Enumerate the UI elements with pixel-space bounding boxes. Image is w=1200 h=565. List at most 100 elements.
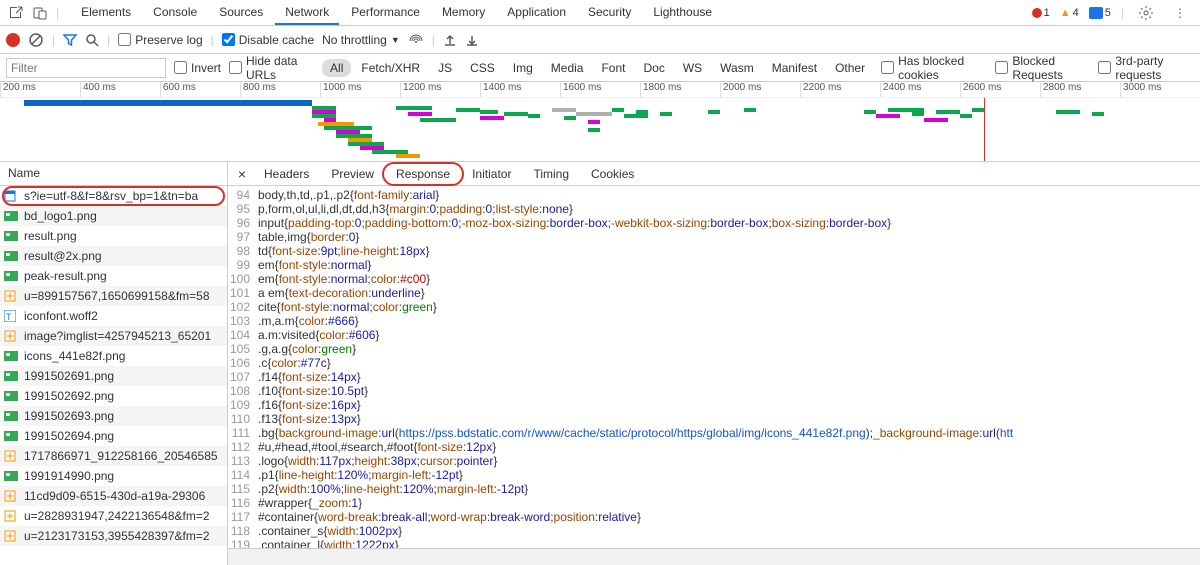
type-filter-all[interactable]: All — [322, 59, 351, 77]
request-row[interactable]: peak-result.png — [0, 266, 227, 286]
detail-tab-response[interactable]: Response — [386, 164, 460, 184]
detail-tab-cookies[interactable]: Cookies — [581, 164, 644, 184]
request-row[interactable]: 1991502693.png — [0, 406, 227, 426]
time-tick: 1400 ms — [480, 82, 560, 97]
response-body[interactable]: 94body,th,td,.p1,.p2{font-family:arial}9… — [228, 186, 1200, 548]
panel-tab-elements[interactable]: Elements — [71, 1, 141, 25]
panel-tab-network[interactable]: Network — [275, 1, 339, 25]
request-row[interactable]: icons_441e82f.png — [0, 346, 227, 366]
request-row[interactable]: result.png — [0, 226, 227, 246]
preserve-log-checkbox[interactable]: Preserve log — [118, 33, 202, 47]
code-line: 100em{font-style:normal;color:#c00} — [228, 272, 1200, 286]
request-name: u=2828931947,2422136548&fm=2 — [24, 509, 210, 523]
error-count[interactable]: 1 — [1032, 7, 1050, 19]
request-name: result@2x.png — [24, 249, 102, 263]
img-file-icon — [4, 470, 18, 482]
request-row[interactable]: u=899157567,1650699158&fm=58 — [0, 286, 227, 306]
type-filter-ws[interactable]: WS — [675, 59, 710, 77]
third-party-checkbox[interactable]: 3rd-party requests — [1098, 54, 1194, 82]
request-row[interactable]: u=2828931947,2422136548&fm=2 — [0, 506, 227, 526]
message-count[interactable]: 5 — [1089, 7, 1111, 19]
upload-har-icon[interactable] — [443, 33, 457, 47]
time-tick: 2000 ms — [720, 82, 800, 97]
type-filter-img[interactable]: Img — [505, 59, 541, 77]
filter-icon[interactable] — [63, 33, 77, 47]
request-row[interactable]: 11cd9d09-6515-430d-a19a-29306 — [0, 486, 227, 506]
request-row[interactable]: 1991502692.png — [0, 386, 227, 406]
request-row[interactable]: u=2123173153,3955428397&fm=2 — [0, 526, 227, 546]
detail-tab-headers[interactable]: Headers — [254, 164, 319, 184]
request-name: image?imglist=4257945213_65201 — [24, 329, 211, 343]
type-filter-wasm[interactable]: Wasm — [712, 59, 762, 77]
code-line: 116#wrapper{_zoom:1} — [228, 496, 1200, 510]
img-file-icon — [4, 430, 18, 442]
request-name: 1717866971_912258166_20546585 — [24, 449, 218, 463]
panel-tab-performance[interactable]: Performance — [341, 1, 430, 25]
panel-tab-application[interactable]: Application — [497, 1, 576, 25]
detail-tab-timing[interactable]: Timing — [523, 164, 579, 184]
search-icon[interactable] — [85, 33, 99, 47]
clear-icon[interactable] — [28, 32, 44, 48]
invert-checkbox[interactable]: Invert — [174, 61, 221, 75]
request-row[interactable]: Ticonfont.woff2 — [0, 306, 227, 326]
time-ruler: 200 ms400 ms600 ms800 ms1000 ms1200 ms14… — [0, 82, 1200, 98]
detail-tab-initiator[interactable]: Initiator — [462, 164, 521, 184]
code-line: 103.m,a.m{color:#666} — [228, 314, 1200, 328]
more-icon[interactable]: ⋮ — [1168, 2, 1192, 24]
request-row[interactable]: 1991502691.png — [0, 366, 227, 386]
horizontal-scrollbar[interactable] — [228, 548, 1200, 565]
blocked-cookies-checkbox[interactable]: Has blocked cookies — [881, 54, 987, 82]
request-row[interactable]: bd_logo1.png — [0, 206, 227, 226]
waterfall-overview — [0, 98, 1200, 162]
record-button[interactable] — [6, 33, 20, 47]
network-timeline[interactable]: 200 ms400 ms600 ms800 ms1000 ms1200 ms14… — [0, 82, 1200, 162]
request-row[interactable]: image?imglist=4257945213_65201 — [0, 326, 227, 346]
filter-input[interactable] — [6, 58, 166, 78]
throttling-dropdown[interactable]: No throttling ▼ — [322, 33, 400, 47]
request-row[interactable]: 1991914990.png — [0, 466, 227, 486]
time-tick: 2200 ms — [800, 82, 880, 97]
code-line: 110.f13{font-size:13px} — [228, 412, 1200, 426]
type-filter-fetch-xhr[interactable]: Fetch/XHR — [353, 59, 428, 77]
request-row[interactable]: 1991502694.png — [0, 426, 227, 446]
close-detail-icon[interactable]: × — [232, 166, 252, 182]
panel-tab-console[interactable]: Console — [143, 1, 207, 25]
type-filter-other[interactable]: Other — [827, 59, 873, 77]
type-filter-doc[interactable]: Doc — [635, 59, 672, 77]
panel-tab-memory[interactable]: Memory — [432, 1, 495, 25]
settings-icon[interactable] — [1134, 2, 1158, 24]
inspect-icon[interactable] — [4, 2, 28, 24]
type-filter-font[interactable]: Font — [593, 59, 633, 77]
disable-cache-checkbox[interactable]: Disable cache — [222, 33, 314, 47]
request-row[interactable]: s?ie=utf-8&f=8&rsv_bp=1&tn=ba — [0, 186, 227, 206]
request-detail-panel: × HeadersPreviewResponseInitiatorTimingC… — [228, 162, 1200, 565]
panel-tab-sources[interactable]: Sources — [209, 1, 273, 25]
name-column-header[interactable]: Name — [0, 162, 227, 186]
panel-tab-lighthouse[interactable]: Lighthouse — [643, 1, 722, 25]
request-row[interactable]: 1717866971_912258166_20546585 — [0, 446, 227, 466]
request-list[interactable]: s?ie=utf-8&f=8&rsv_bp=1&tn=babd_logo1.pn… — [0, 186, 227, 565]
devtools-top-toolbar: | ElementsConsoleSourcesNetworkPerforman… — [0, 0, 1200, 26]
hide-data-urls-checkbox[interactable]: Hide data URLs — [229, 54, 314, 82]
type-filter-css[interactable]: CSS — [462, 59, 503, 77]
request-name: peak-result.png — [24, 269, 107, 283]
other-file-icon — [4, 510, 18, 522]
type-filter-manifest[interactable]: Manifest — [764, 59, 825, 77]
type-filter-js[interactable]: JS — [430, 59, 460, 77]
panel-tab-security[interactable]: Security — [578, 1, 641, 25]
img-file-icon — [4, 370, 18, 382]
time-tick: 2600 ms — [960, 82, 1040, 97]
request-name: 1991502691.png — [24, 369, 114, 383]
type-filter-media[interactable]: Media — [543, 59, 592, 77]
download-har-icon[interactable] — [465, 33, 479, 47]
device-toggle-icon[interactable] — [28, 2, 52, 24]
network-conditions-icon[interactable] — [408, 33, 424, 47]
other-file-icon — [4, 450, 18, 462]
request-row[interactable]: result@2x.png — [0, 246, 227, 266]
detail-tab-preview[interactable]: Preview — [321, 164, 384, 184]
blocked-requests-checkbox[interactable]: Blocked Requests — [995, 54, 1090, 82]
warning-count[interactable]: ▲4 — [1060, 7, 1079, 19]
code-line: 96input{padding-top:0;padding-bottom:0;-… — [228, 216, 1200, 230]
code-line: 106.c{color:#77c} — [228, 356, 1200, 370]
img-file-icon — [4, 230, 18, 242]
